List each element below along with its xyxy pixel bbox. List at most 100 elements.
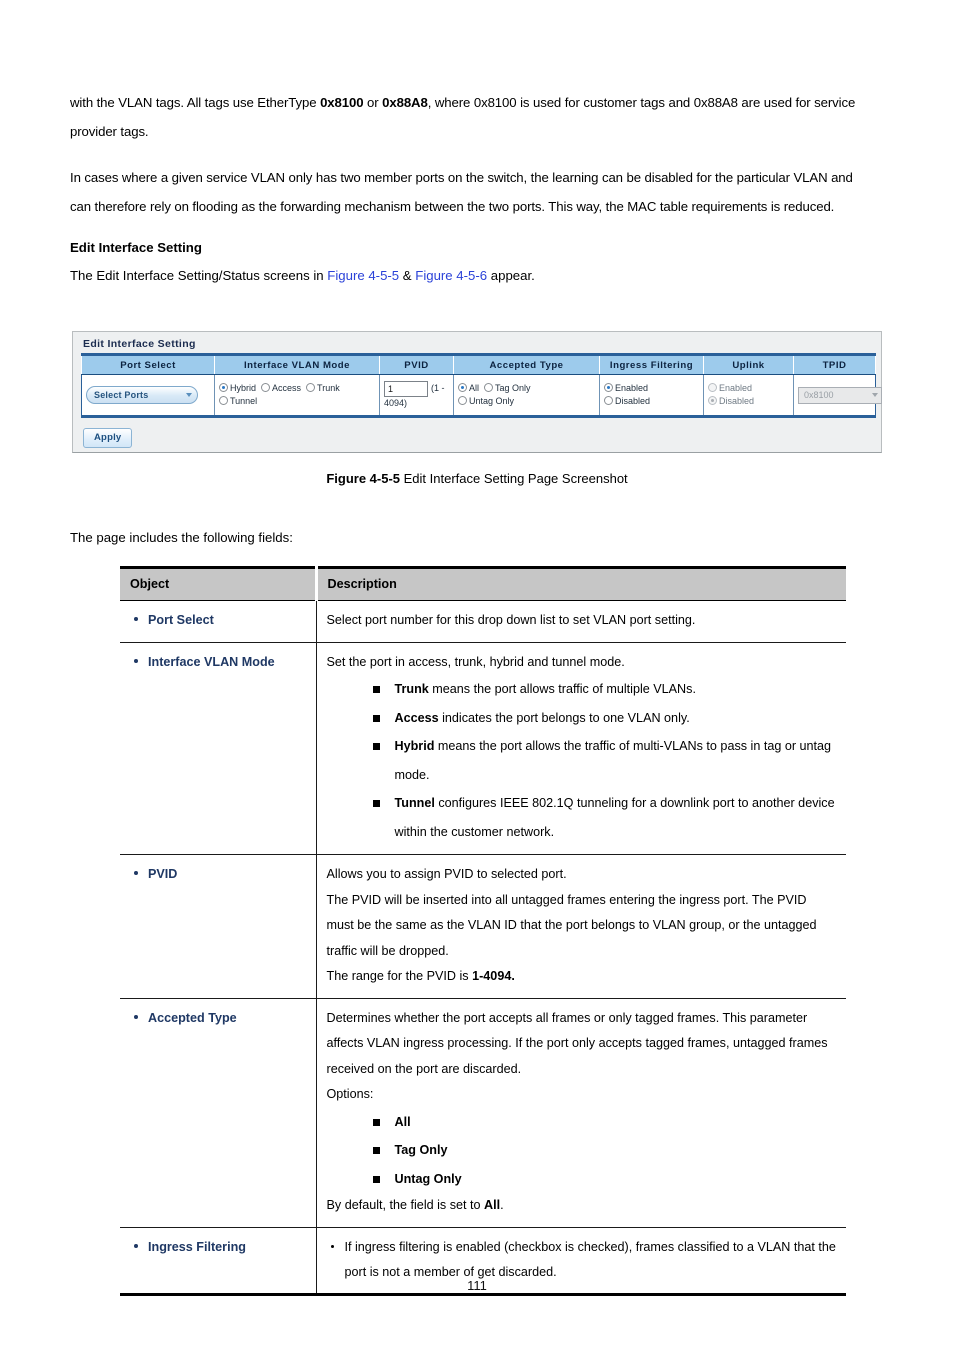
desc-cell-object: Port Select — [120, 600, 317, 643]
accepted-type-radio-group: All Tag Only Untag Only — [458, 382, 595, 408]
object-label-pvid: PVID — [132, 862, 306, 886]
radio-label-tunnel: Tunnel — [230, 396, 258, 406]
radio-option-tunnel[interactable]: Tunnel — [219, 395, 257, 408]
object-label-port-select: Port Select — [132, 608, 306, 632]
ui-panel-title: Edit Interface Setting — [83, 338, 196, 350]
radio-option-ingress-disabled[interactable]: Disabled — [604, 395, 650, 408]
object-label-interface-vlan-mode: Interface VLAN Mode — [132, 650, 306, 674]
desc-line: Select port number for this drop down li… — [326, 613, 696, 627]
list-item: Tag Only — [372, 1136, 837, 1165]
desc-header-description: Description — [316, 567, 846, 601]
cell-pvid: 1 (1 - 4094) — [379, 374, 454, 417]
pvid-range-value: 1-4094. — [472, 969, 515, 983]
list-item: Hybrid means the port allows the traffic… — [372, 732, 837, 789]
radio-icon-tag-only[interactable] — [484, 383, 494, 392]
desc-line-range: The range for the PVID is 1-4094. — [327, 964, 837, 990]
bullet-text-tunnel: configures IEEE 802.1Q tunneling for a d… — [394, 796, 835, 839]
intro-pre: The Edit Interface Setting/Status screen… — [70, 268, 328, 283]
ui-table-header-row: Port Select Interface VLAN Mode PVID Acc… — [81, 354, 876, 375]
radio-option-tag-only[interactable]: Tag Only — [484, 382, 531, 395]
pvid-range-pre: The range for the PVID is — [326, 969, 473, 983]
radio-icon-ingress-disabled[interactable] — [604, 396, 613, 405]
radio-icon-ingress-enabled[interactable] — [604, 383, 613, 392]
cell-interface-vlan-mode: Hybrid Access Trunk Tunnel — [214, 374, 380, 417]
radio-label-ingress-enabled: Enabled — [615, 383, 649, 393]
radio-icon-untag-only[interactable] — [458, 396, 467, 405]
desc-cell-description: Determines whether the port accepts all … — [316, 998, 846, 1228]
figure-caption: Figure 4-5-5 Edit Interface Setting Page… — [0, 470, 954, 488]
tpid-dropdown[interactable]: 0x8100 — [798, 386, 882, 404]
accepted-default-pre: By default, the field is set to — [326, 1198, 485, 1212]
radio-label-all: All — [469, 383, 480, 393]
desc-cell-object: Accepted Type — [120, 998, 317, 1228]
figure-caption-label: Figure 4-5-5 — [326, 471, 401, 486]
list-item: If ingress filtering is enabled (checkbo… — [329, 1235, 837, 1285]
chevron-down-icon — [186, 393, 192, 397]
cell-accepted-type: All Tag Only Untag Only — [453, 374, 600, 417]
desc-cell-object: Interface VLAN Mode — [120, 642, 317, 855]
apply-button[interactable]: Apply — [83, 428, 133, 448]
radio-option-trunk[interactable]: Trunk — [306, 382, 340, 395]
select-ports-dropdown[interactable]: Select Ports — [86, 386, 198, 404]
radio-label-ingress-disabled: Disabled — [615, 396, 651, 406]
ethertype-8100: 0x8100 — [320, 95, 364, 110]
list-item: All — [372, 1108, 837, 1137]
tpid-value: 0x8100 — [804, 389, 834, 400]
desc-line-default: By default, the field is set to All. — [327, 1193, 837, 1219]
bullet-term-untag-only: Untag Only — [394, 1171, 462, 1186]
paragraph-vlan-tags: with the VLAN tags. All tags use EtherTy… — [70, 88, 876, 146]
bullet-text-access: indicates the port belongs to one VLAN o… — [438, 710, 690, 725]
interface-vlan-mode-radio-group: Hybrid Access Trunk Tunnel — [219, 382, 375, 408]
radio-option-untag-only[interactable]: Untag Only — [458, 395, 514, 408]
radio-icon-tunnel[interactable] — [219, 396, 228, 405]
pvid-input[interactable]: 1 — [384, 380, 428, 397]
bullet-term-tunnel: Tunnel — [394, 796, 435, 810]
desc-line: Determines whether the port accepts all … — [326, 1010, 828, 1076]
radio-icon-hybrid[interactable] — [219, 383, 228, 392]
radio-label-access: Access — [272, 383, 302, 393]
page-number: 111 — [467, 1278, 487, 1293]
radio-label-trunk: Trunk — [317, 383, 340, 393]
desc-header-object: Object — [120, 567, 318, 601]
radio-option-ingress-enabled[interactable]: Enabled — [604, 382, 648, 395]
cell-ingress-filtering: Enabled Disabled — [599, 374, 704, 417]
accepted-default-value: All — [484, 1198, 501, 1212]
desc-line: Allows you to assign PVID to selected po… — [326, 867, 567, 881]
radio-option-all[interactable]: All — [458, 382, 479, 395]
fields-intro-text: The page includes the following fields: — [70, 530, 293, 545]
radio-label-hybrid: Hybrid — [230, 383, 257, 393]
radio-option-hybrid[interactable]: Hybrid — [219, 382, 256, 395]
field-description-table: Object Description Port Select Select po… — [120, 566, 846, 1296]
ingress-filtering-radio-group: Enabled Disabled — [604, 382, 699, 408]
radio-option-uplink-disabled[interactable]: Disabled — [708, 395, 754, 408]
embedded-switch-ui-screenshot: Edit Interface Setting Port Select Inter… — [72, 331, 882, 453]
radio-icon-uplink-enabled[interactable] — [708, 383, 717, 392]
list-item: Tunnel configures IEEE 802.1Q tunneling … — [372, 789, 837, 846]
bullet-term-all: All — [394, 1114, 411, 1129]
paragraph-service-vlan: In cases where a given service VLAN only… — [70, 170, 853, 214]
desc-cell-description: Set the port in access, trunk, hybrid an… — [316, 642, 846, 855]
radio-icon-trunk[interactable] — [306, 383, 316, 392]
ingress-filtering-bullet-list: If ingress filtering is enabled (checkbo… — [327, 1235, 837, 1285]
radio-option-access[interactable]: Access — [261, 382, 301, 395]
object-label-ingress-filtering: Ingress Filtering — [132, 1235, 306, 1259]
radio-option-uplink-enabled[interactable]: Enabled — [708, 382, 752, 395]
intro-figure-reference: The Edit Interface Setting/Status screen… — [70, 264, 876, 288]
cell-port-select: Select Ports — [81, 374, 215, 417]
col-header-uplink: Uplink — [703, 354, 794, 375]
col-header-port-select: Port Select — [81, 354, 215, 375]
bullet-text-hybrid: means the port allows the traffic of mul… — [394, 739, 832, 782]
desc-line: The PVID will be inserted into all untag… — [326, 892, 817, 958]
radio-icon-access[interactable] — [261, 383, 271, 392]
figure-link-4-5-5[interactable]: Figure 4-5-5 — [327, 268, 399, 283]
uplink-radio-group: Enabled Disabled — [708, 382, 789, 408]
cell-uplink: Enabled Disabled — [703, 374, 794, 417]
col-header-accepted-type: Accepted Type — [453, 354, 600, 375]
intro-amp: & — [399, 268, 416, 283]
bullet-term-hybrid: Hybrid — [394, 739, 435, 753]
figure-link-4-5-6[interactable]: Figure 4-5-6 — [415, 268, 487, 283]
radio-icon-uplink-disabled[interactable] — [708, 396, 717, 405]
desc-cell-description: Select port number for this drop down li… — [316, 600, 846, 643]
edit-interface-setting-table: Port Select Interface VLAN Mode PVID Acc… — [81, 353, 882, 418]
radio-icon-all[interactable] — [458, 383, 467, 392]
